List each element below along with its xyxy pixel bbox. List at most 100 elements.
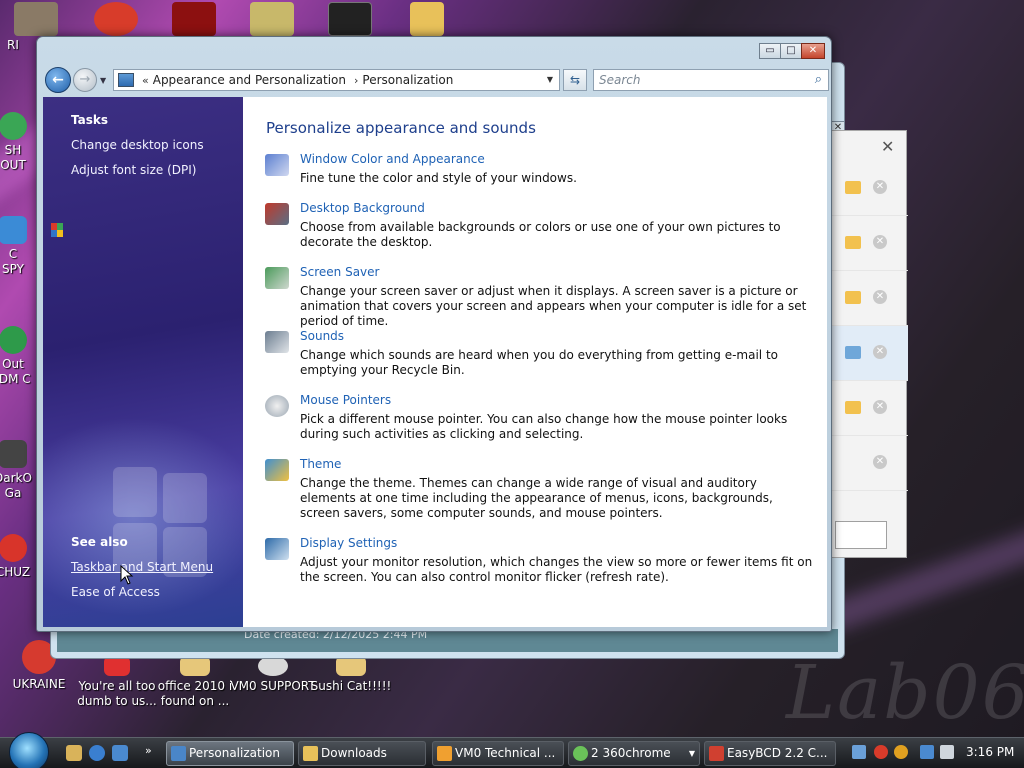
link-ease-of-access[interactable]: Ease of Access [71,585,160,599]
breadcrumb-separator-icon[interactable]: › [354,74,358,87]
minimize-button[interactable]: ▭ [759,43,781,59]
desktop-icon-p-app[interactable] [94,2,138,36]
desktop-icon-label[interactable]: CHUZ [0,534,38,580]
display-settings-description: Adjust your monitor resolution, which ch… [300,555,813,584]
app-icon [437,746,452,761]
list-item[interactable]: ✕ [831,436,908,491]
remove-icon[interactable]: ✕ [873,180,887,194]
pause-icon[interactable] [845,346,861,359]
desktop-icon-label[interactable]: OutIDM C [0,326,38,387]
text-field[interactable] [835,521,887,549]
forward-button[interactable]: → [73,68,97,92]
main-content: Personalize appearance and sounds Window… [243,97,827,627]
desktop-icon-dumb[interactable]: You're all too dumb to us... [74,656,160,709]
app-icon [0,326,27,354]
list-item[interactable]: ✕ [831,216,908,271]
desktop-icon-sushi-cat[interactable]: Sushi Cat!!!!! [308,656,394,694]
desktop-icon-hxd[interactable] [250,2,294,36]
history-dropdown-icon[interactable]: ▼ [100,76,106,85]
item-display-settings: Display Settings Adjust your monitor res… [265,536,820,591]
folder-icon [303,746,318,761]
desktop-icon-raccoon[interactable] [14,2,58,36]
mouse-pointers-link[interactable]: Mouse Pointers [300,393,391,407]
taskbar-button-vm0-technical[interactable]: VM0 Technical ... [432,741,564,766]
search-input[interactable]: Search ⌕ [593,69,829,91]
see-also-heading: See also [71,535,128,549]
remove-icon[interactable]: ✕ [873,455,887,469]
desktop-background-icon [265,203,289,225]
item-screen-saver: Screen Saver Change your screen saver or… [265,265,820,328]
remove-icon[interactable]: ✕ [873,345,887,359]
quicklaunch-icon-2[interactable] [89,745,105,761]
tray-icon-security[interactable] [874,745,888,759]
tray-icon-volume[interactable] [940,745,954,759]
search-icon[interactable]: ⌕ [815,70,822,90]
desktop-icon-flash[interactable] [172,2,216,36]
maximize-button[interactable]: □ [780,43,802,59]
taskbar-clock[interactable]: 3:16 PM [966,745,1014,759]
desktop-icon-text: CHUZ [0,565,31,579]
taskbar-button-label: VM0 Technical ... [455,746,556,760]
back-button[interactable]: ← [45,67,71,93]
app-icon [0,534,27,562]
taskbar-button-personalization[interactable]: Personalization [166,741,294,766]
window-color-link[interactable]: Window Color and Appearance [300,152,485,166]
taskbar-button-easybcd[interactable]: EasyBCD 2.2 C... [704,741,836,766]
group-dropdown-icon[interactable]: ▼ [689,742,695,765]
close-button[interactable]: ✕ [801,43,825,59]
background-downloads-panel[interactable]: ✕ ✕ ✕ ✕ ✕ ✕ ✕ [830,130,908,558]
list-item[interactable]: ✕ [831,161,908,216]
breadcrumb-appearance[interactable]: Appearance and Personalization [153,73,346,87]
remove-icon[interactable]: ✕ [873,235,887,249]
display-settings-link[interactable]: Display Settings [300,536,397,550]
desktop-icon-text: DarkO [0,471,32,485]
taskbar-button-360chrome[interactable]: 2 360chrome ▼ [568,741,700,766]
list-item[interactable]: ✕ [831,271,908,326]
item-mouse-pointers: Mouse Pointers Pick a different mouse po… [265,393,820,448]
quicklaunch-overflow-icon[interactable]: » [145,744,152,757]
task-change-desktop-icons[interactable]: Change desktop icons [71,138,204,152]
task-adjust-font-size[interactable]: Adjust font size (DPI) [71,163,196,177]
remove-icon[interactable]: ✕ [873,290,887,304]
taskbar-button-downloads[interactable]: Downloads [298,741,426,766]
link-taskbar-start-menu[interactable]: Taskbar and Start Menu [71,560,213,574]
item-sounds: Sounds Change which sounds are heard whe… [265,329,820,384]
desktop-icon-label[interactable]: RI [0,38,38,53]
page-title: Personalize appearance and sounds [266,119,536,137]
support-icon [258,656,288,676]
desktop-icon-text: Ga [4,486,22,500]
desktop-icon-label[interactable]: DarkOGa [0,440,38,501]
quicklaunch-icon-1[interactable] [66,745,82,761]
desktop-icon-text: OUT [0,158,26,172]
desktop-icon-office[interactable]: office 2010 i found on ... [152,656,238,709]
screen-saver-link[interactable]: Screen Saver [300,265,379,279]
start-button[interactable] [9,732,49,768]
theme-link[interactable]: Theme [300,457,341,471]
address-overflow[interactable]: « [142,74,149,87]
sounds-link[interactable]: Sounds [300,329,344,343]
app-icon [0,216,27,244]
tray-icon-network[interactable] [920,745,934,759]
task-pane: Tasks Change desktop icons Adjust font s… [43,97,243,627]
desktop-icon-folder[interactable] [410,2,444,36]
refresh-button[interactable]: ⇆ [563,69,587,91]
address-dropdown-icon[interactable]: ▼ [547,75,553,84]
show-desktop-icon[interactable] [112,745,128,761]
address-bar[interactable]: « Appearance and Personalization › Perso… [113,69,560,91]
breadcrumb-personalization[interactable]: Personalization [362,73,453,87]
desktop-icon-label[interactable]: SH OUT [0,112,38,173]
desktop-icon-terminal[interactable] [328,2,372,36]
tray-icon-search[interactable] [894,745,908,759]
folder-zip-icon [336,656,366,676]
close-icon[interactable]: ✕ [881,137,894,156]
personalization-window[interactable]: ▭ □ ✕ ← → ▼ « Appearance and Personaliza… [36,36,832,632]
tray-icon-1[interactable] [852,745,866,759]
desktop-icon-vm0-support[interactable]: VM0 SUPPORT [230,656,316,694]
taskbar: » Personalization Downloads VM0 Technica… [0,732,1024,768]
list-item[interactable]: ✕ [831,326,908,381]
list-item[interactable]: ✕ [831,381,908,436]
remove-icon[interactable]: ✕ [873,400,887,414]
desktop-icon-label[interactable]: C SPY [0,216,38,277]
desktop-icon-text: RI [7,38,19,52]
desktop-background-link[interactable]: Desktop Background [300,201,425,215]
